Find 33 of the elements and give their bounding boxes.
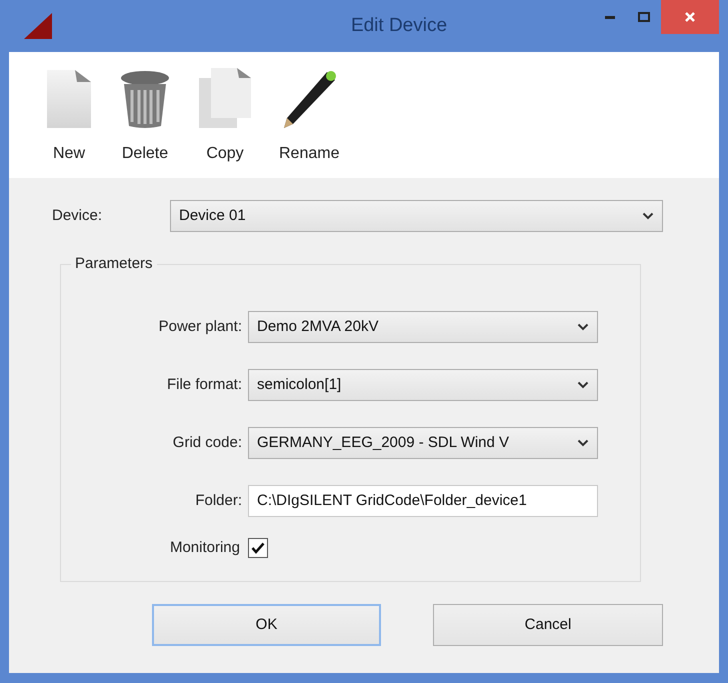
toolbar-button[interactable]: New — [45, 68, 93, 166]
maximize-icon — [638, 12, 650, 22]
toolbar-button[interactable]: Copy — [197, 66, 253, 166]
minimize-icon — [605, 16, 615, 18]
dialog-button[interactable]: Cancel — [433, 604, 663, 646]
field-label: Grid code: — [172, 432, 243, 453]
toolbar-button[interactable]: Delete — [119, 68, 171, 166]
close-icon — [684, 11, 696, 23]
field-label: Device: — [52, 206, 104, 226]
blank-page-icon — [45, 68, 93, 130]
folder-field[interactable]: C:\DIgSILENT GridCode\Folder_device1 — [248, 485, 598, 517]
dialog-button[interactable]: OK — [152, 604, 381, 646]
chevron-down-icon — [577, 323, 589, 331]
field-label: Monitoring — [168, 538, 241, 558]
app-logo-icon — [24, 13, 52, 39]
chevron-down-icon — [577, 439, 589, 447]
trash-can-icon — [119, 68, 171, 130]
dropdown[interactable]: GERMANY_EEG_2009 - SDL Wind V — [248, 427, 598, 459]
pencil-icon — [281, 68, 338, 130]
checkmark-icon — [251, 542, 265, 554]
copy-pages-icon — [197, 66, 253, 130]
toolbar-button[interactable]: Rename — [279, 68, 340, 166]
dropdown[interactable]: Device 01 — [170, 200, 663, 232]
field-label: Folder: — [194, 490, 243, 511]
checkbox[interactable] — [248, 538, 268, 558]
dropdown[interactable]: Demo 2MVA 20kV — [248, 311, 598, 343]
chevron-down-icon — [642, 212, 654, 220]
field-label: File format: — [166, 374, 243, 395]
field-label: Power plant: — [158, 316, 243, 337]
chevron-down-icon — [577, 381, 589, 389]
close-button[interactable] — [661, 0, 719, 34]
window-title: Edit Device — [350, 14, 448, 38]
dropdown[interactable]: semicolon[1] — [248, 369, 598, 401]
